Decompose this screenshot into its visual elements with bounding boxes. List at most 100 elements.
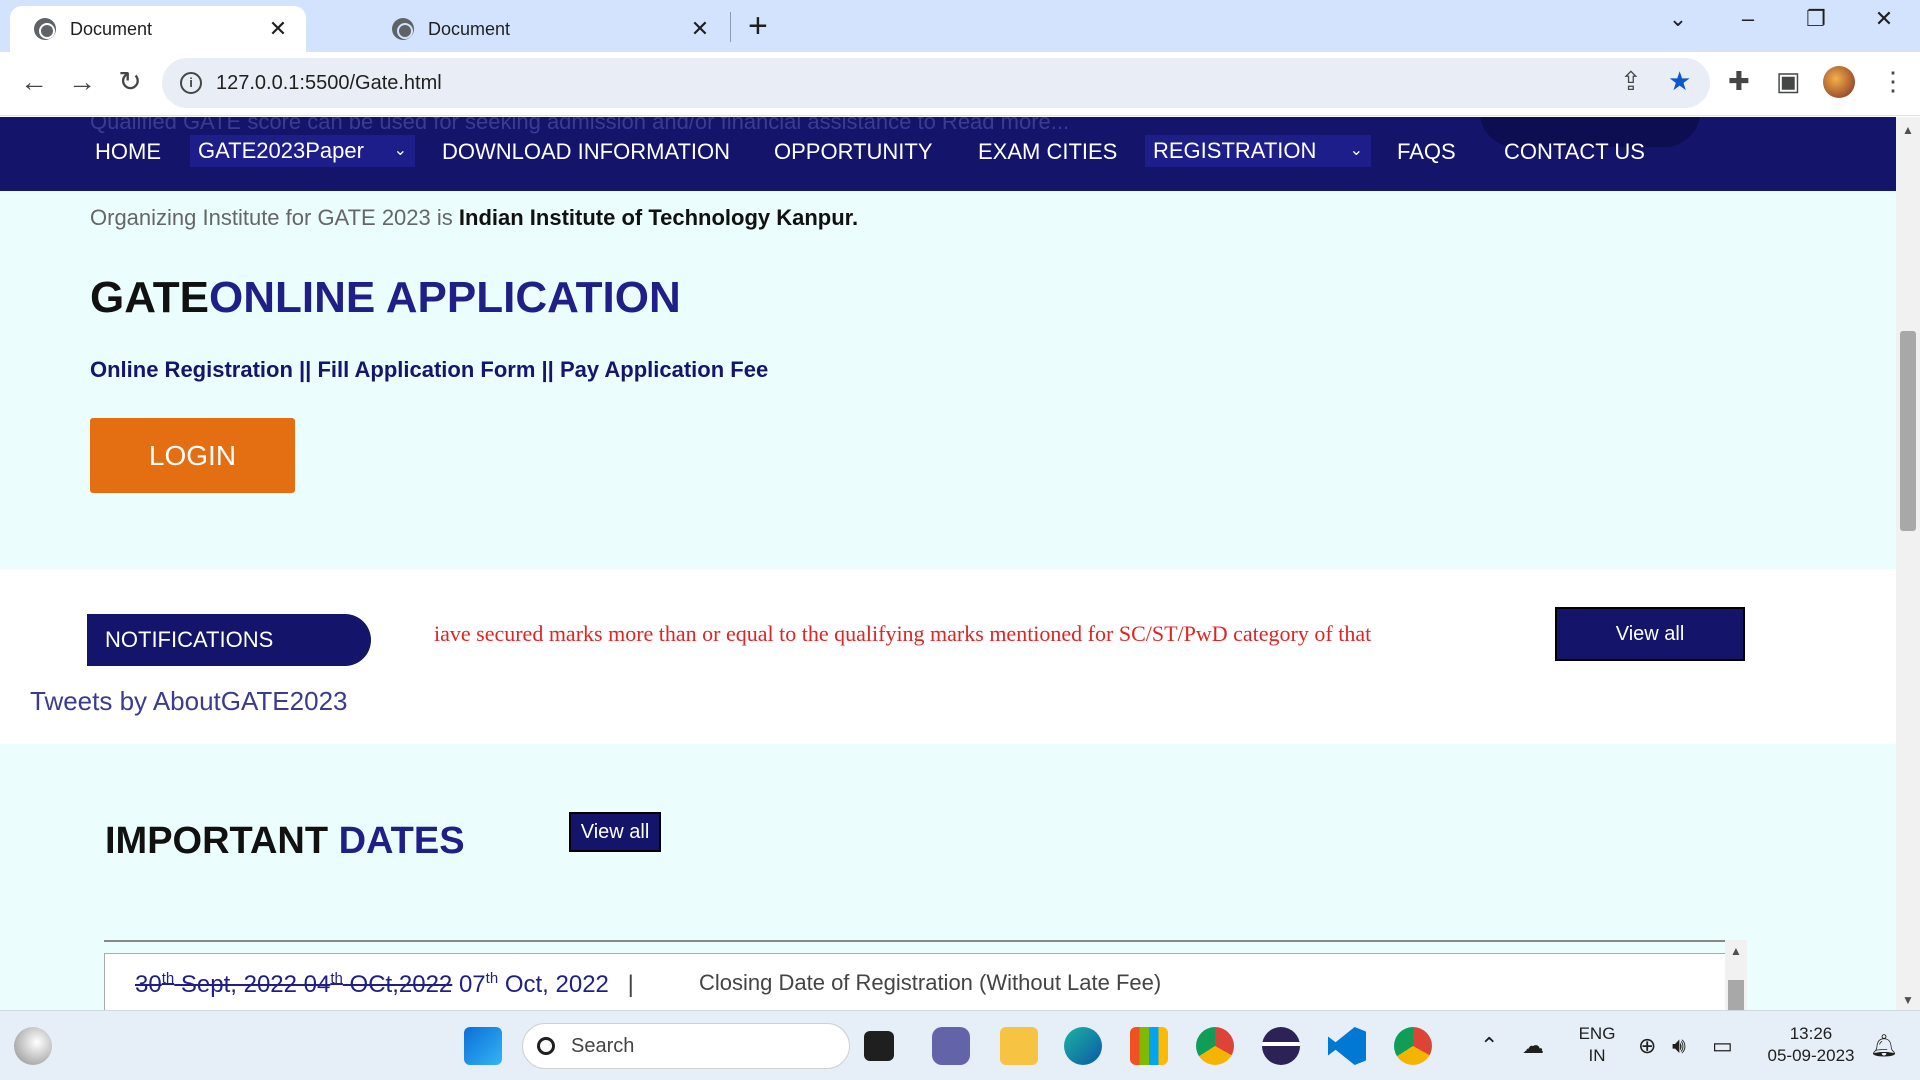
important-dates-title: IMPORTANT DATES bbox=[105, 820, 465, 863]
nav-registration-label: REGISTRATION bbox=[1153, 138, 1317, 163]
hidden-banner-text: Qualified GATE score can be used for see… bbox=[90, 117, 1070, 134]
nav-registration-dropdown[interactable]: REGISTRATION ⌄ bbox=[1145, 135, 1371, 167]
application-steps: Online Registration || Fill Application … bbox=[90, 357, 769, 382]
title-online-application: ONLINE APPLICATION bbox=[208, 273, 681, 322]
nav-paper-dropdown[interactable]: GATE2023Paper ⌄ bbox=[190, 135, 415, 167]
scroll-thumb[interactable] bbox=[1728, 980, 1744, 1010]
org-name: Indian Institute of Technology Kanpur. bbox=[458, 205, 859, 230]
tab-separator bbox=[730, 12, 731, 42]
nav-exam-cities[interactable]: EXAM CITIES bbox=[978, 137, 1117, 167]
struck-rest: OCt,2022 bbox=[342, 971, 453, 998]
title-gate: GATE bbox=[90, 273, 209, 322]
current-day: 07 bbox=[452, 971, 486, 998]
url-text[interactable]: 127.0.0.1:5500/Gate.html bbox=[216, 72, 442, 95]
site-navbar: Qualified GATE score can be used for see… bbox=[0, 117, 1896, 191]
task-view-icon[interactable] bbox=[864, 1031, 894, 1061]
onedrive-cloud-icon[interactable]: ☁ bbox=[1522, 1033, 1544, 1059]
search-icon bbox=[537, 1037, 555, 1055]
close-tab-icon[interactable]: ✕ bbox=[686, 16, 714, 42]
bookmark-star-icon[interactable]: ★ bbox=[1668, 66, 1691, 97]
windows-start-icon[interactable] bbox=[464, 1027, 502, 1065]
chrome-profile-icon[interactable] bbox=[1394, 1027, 1432, 1065]
scroll-down-icon[interactable]: ▼ bbox=[1902, 993, 1914, 1007]
chrome-icon[interactable] bbox=[1196, 1027, 1234, 1065]
site-info-icon[interactable]: i bbox=[180, 72, 202, 94]
region-code: IN bbox=[1588, 1046, 1606, 1065]
date-description: Closing Date of Registration (Without La… bbox=[699, 970, 1162, 995]
back-arrow-icon[interactable]: ← bbox=[14, 62, 54, 102]
browser-tab-strip: Document ✕ Document ✕ + ⌄ – ❐ ✕ bbox=[0, 0, 1920, 52]
browser-tab-active[interactable]: Document ✕ bbox=[10, 6, 306, 52]
page-title: GATEONLINE APPLICATION bbox=[90, 273, 681, 323]
page-scrollbar[interactable]: ▲ ▼ bbox=[1896, 117, 1920, 1010]
date-separator: | bbox=[627, 971, 634, 998]
file-explorer-icon[interactable] bbox=[1000, 1027, 1038, 1065]
notifications-view-all-button[interactable]: View all bbox=[1555, 607, 1745, 661]
reload-icon[interactable]: ↻ bbox=[110, 62, 150, 102]
forward-arrow-icon[interactable]: → bbox=[62, 62, 102, 102]
scroll-thumb[interactable] bbox=[1900, 331, 1916, 531]
volume-icon[interactable]: 🔊︎ bbox=[1672, 1033, 1686, 1059]
vscode-icon[interactable] bbox=[1328, 1027, 1366, 1065]
tab-search-chevron-icon[interactable]: ⌄ bbox=[1656, 6, 1700, 32]
menu-kebab-icon[interactable]: ⋮ bbox=[1880, 66, 1906, 97]
nav-contact-us[interactable]: CONTACT US bbox=[1504, 137, 1645, 167]
taskbar: Search ⌃ ☁ ENG IN ⊕ 🔊︎ ▭ 13:26 05-09-202… bbox=[0, 1010, 1920, 1080]
notification-marquee[interactable]: iave secured marks more than or equal to… bbox=[434, 621, 1371, 647]
login-button[interactable]: LOGIN bbox=[90, 418, 295, 493]
scroll-up-icon[interactable]: ▲ bbox=[1902, 123, 1914, 137]
teams-chat-icon[interactable] bbox=[932, 1027, 970, 1065]
language-indicator[interactable]: ENG IN bbox=[1572, 1023, 1622, 1067]
edge-browser-icon[interactable] bbox=[1064, 1027, 1102, 1065]
title-important: IMPORTANT bbox=[105, 820, 329, 862]
side-panel-icon[interactable]: ▣ bbox=[1776, 66, 1801, 97]
nav-opportunity[interactable]: OPPORTUNITY bbox=[774, 137, 933, 167]
dates-view-all-button[interactable]: View all bbox=[569, 812, 661, 852]
organizing-institute-line: Organizing Institute for GATE 2023 is In… bbox=[90, 205, 858, 231]
eclipse-icon[interactable] bbox=[1262, 1027, 1300, 1065]
address-bar[interactable]: i 127.0.0.1:5500/Gate.html bbox=[162, 58, 1710, 108]
chevron-down-icon: ⌄ bbox=[1349, 142, 1363, 159]
dates-scrollbar[interactable]: ▲ bbox=[1725, 940, 1747, 1010]
struck-sup: th bbox=[330, 970, 343, 987]
page-viewport: Qualified GATE score can be used for see… bbox=[0, 117, 1896, 1010]
scroll-up-icon[interactable]: ▲ bbox=[1730, 944, 1742, 958]
nav-faqs[interactable]: FAQS bbox=[1397, 137, 1456, 167]
tab-title: Document bbox=[428, 18, 511, 39]
weather-icon[interactable] bbox=[14, 1027, 52, 1065]
struck-date: 30th Sept, 2022 04th OCt,2022 bbox=[135, 970, 453, 998]
close-window-icon[interactable]: ✕ bbox=[1862, 6, 1906, 32]
language-code: ENG bbox=[1578, 1024, 1616, 1043]
new-tab-button[interactable]: + bbox=[748, 8, 768, 44]
tweets-link[interactable]: Tweets by AboutGATE2023 bbox=[30, 686, 347, 717]
notifications-section: NOTIFICATIONS iave secured marks more th… bbox=[0, 569, 1896, 744]
globe-icon bbox=[392, 18, 414, 40]
chevron-down-icon: ⌄ bbox=[393, 142, 407, 159]
tab-title: Document bbox=[70, 18, 153, 39]
minimize-icon[interactable]: – bbox=[1726, 6, 1770, 32]
clock-date: 05-09-2023 bbox=[1767, 1046, 1855, 1065]
current-rest: Oct, 2022 bbox=[498, 971, 609, 998]
network-globe-icon[interactable]: ⊕ bbox=[1638, 1033, 1656, 1059]
nav-paper-label: GATE2023Paper bbox=[198, 138, 364, 163]
notifications-bell-icon[interactable]: 🔔︎ bbox=[1870, 1033, 1898, 1059]
globe-icon bbox=[34, 18, 56, 40]
close-tab-icon[interactable]: ✕ bbox=[264, 16, 292, 42]
struck-rest: Sept, 2022 04 bbox=[174, 971, 331, 998]
org-prefix: Organizing Institute for GATE 2023 is bbox=[90, 205, 453, 230]
microsoft-store-icon[interactable] bbox=[1130, 1027, 1168, 1065]
share-icon[interactable]: ⇪ bbox=[1620, 66, 1642, 97]
taskbar-search[interactable]: Search bbox=[522, 1023, 850, 1069]
show-hidden-icons-chevron-icon[interactable]: ⌃ bbox=[1480, 1033, 1498, 1059]
nav-home[interactable]: HOME bbox=[95, 137, 161, 167]
restore-icon[interactable]: ❐ bbox=[1794, 6, 1838, 32]
extensions-puzzle-icon[interactable]: ✚ bbox=[1728, 66, 1750, 97]
current-sup: th bbox=[485, 970, 499, 987]
profile-avatar[interactable] bbox=[1823, 66, 1855, 98]
struck-day: 30 bbox=[135, 971, 162, 998]
clock[interactable]: 13:26 05-09-2023 bbox=[1756, 1023, 1866, 1067]
battery-icon[interactable]: ▭ bbox=[1712, 1033, 1733, 1059]
list-item: 30th Sept, 2022 04th OCt,2022 07th Oct, … bbox=[104, 953, 1726, 1010]
nav-download-information[interactable]: DOWNLOAD INFORMATION bbox=[442, 137, 730, 167]
browser-tab[interactable]: Document ✕ bbox=[368, 6, 728, 52]
